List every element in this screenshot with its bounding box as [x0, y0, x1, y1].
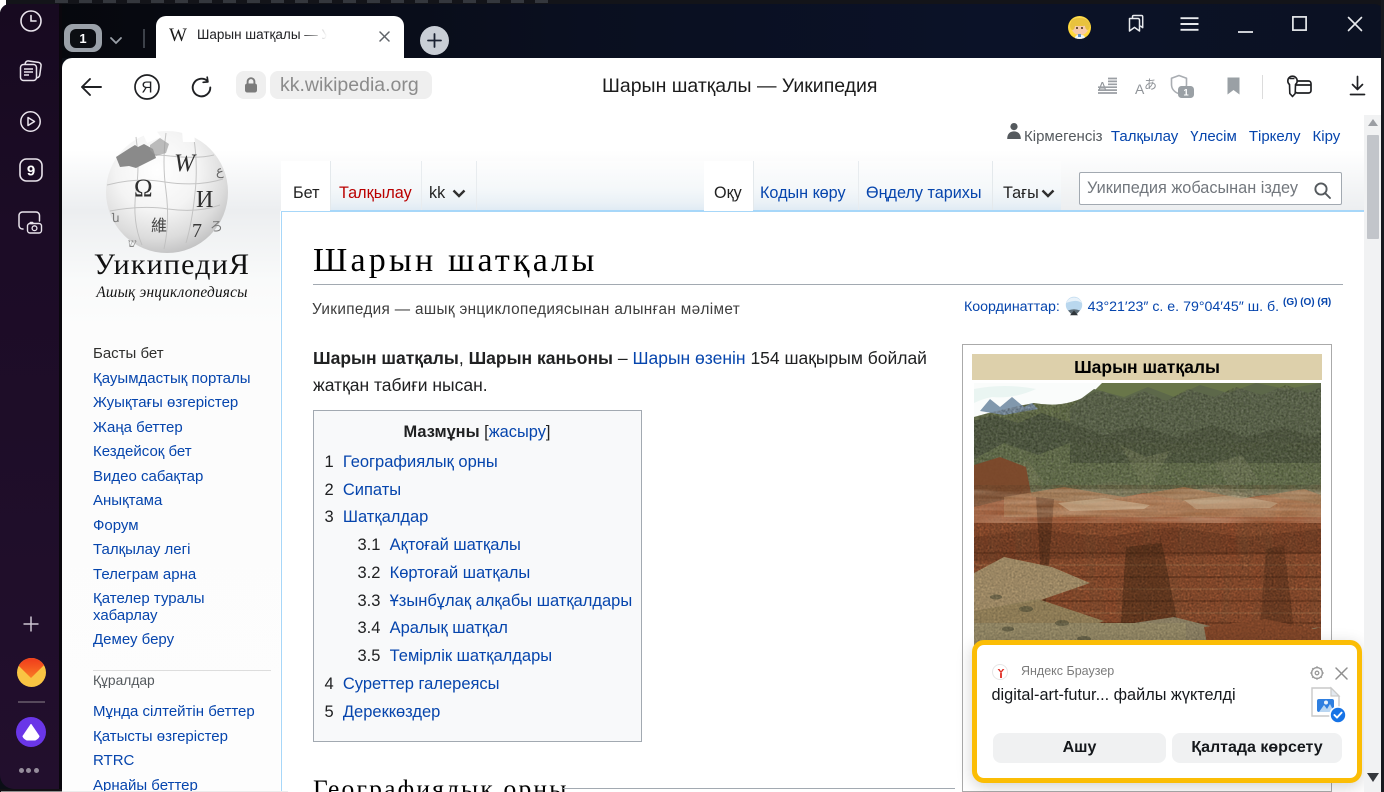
svg-text:ع: ع — [216, 163, 224, 179]
svg-text:ն: ն — [111, 211, 120, 225]
svg-text:W: W — [174, 150, 197, 177]
svg-text:維: 維 — [151, 217, 167, 235]
svg-text:ろ: ろ — [210, 219, 223, 234]
svg-text:7: 7 — [192, 220, 202, 242]
svg-text:Я: Я — [141, 80, 152, 97]
svg-text:И: И — [196, 187, 213, 213]
svg-text:あ: あ — [1144, 77, 1157, 92]
svg-text:9: 9 — [27, 163, 35, 180]
svg-text:1: 1 — [1183, 88, 1189, 99]
svg-text:Ω: Ω — [134, 175, 153, 202]
